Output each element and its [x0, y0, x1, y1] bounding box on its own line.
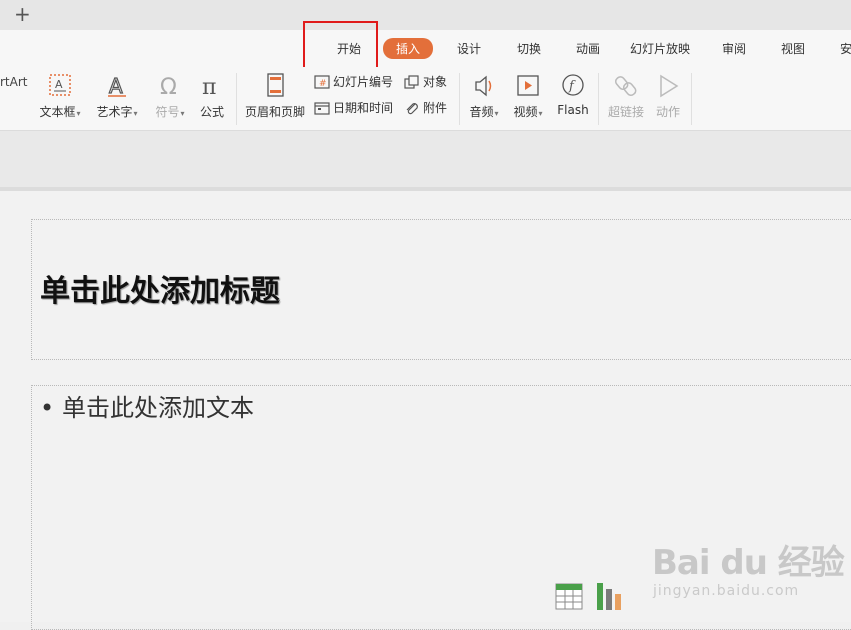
textbox-icon: A: [49, 74, 71, 96]
flash-icon: f: [562, 74, 584, 96]
header-footer-label: 页眉和页脚: [244, 105, 305, 119]
insert-table-icon[interactable]: [555, 583, 583, 610]
insert-chart-icon[interactable]: [595, 581, 625, 611]
svg-text:Ω: Ω: [160, 75, 177, 100]
date-time-button[interactable]: 日期和时间: [314, 99, 393, 116]
audio-button[interactable]: 音频▾: [466, 71, 502, 120]
tab-animation[interactable]: 动画: [576, 40, 600, 57]
textbox-button[interactable]: A 文本框▾: [38, 71, 82, 120]
video-label: 视频: [513, 105, 538, 119]
formula-button[interactable]: π 公式: [197, 71, 227, 120]
tab-view[interactable]: 视图: [781, 40, 805, 57]
header-footer-button[interactable]: 页眉和页脚: [243, 71, 307, 120]
separator: [459, 73, 460, 125]
header-footer-icon: [267, 73, 284, 97]
tab-security-partial[interactable]: 安: [840, 40, 851, 57]
art-text-icon: A: [108, 73, 126, 99]
tab-slideshow[interactable]: 幻灯片放映: [630, 40, 690, 57]
symbol-button[interactable]: Ω 符号▾: [152, 71, 188, 120]
bullet: •: [40, 394, 55, 422]
tab-design[interactable]: 设计: [457, 40, 481, 57]
flash-label: Flash: [557, 103, 589, 117]
textbox-label: 文本框: [39, 105, 76, 119]
art-text-button[interactable]: A 艺术字▾: [95, 71, 139, 120]
date-time-label: 日期和时间: [333, 101, 394, 115]
svg-text:A: A: [109, 74, 123, 98]
attachment-label: 附件: [423, 101, 448, 115]
wordart-partial-label[interactable]: rtArt: [0, 75, 28, 89]
object-label: 对象: [423, 75, 448, 89]
svg-text:A: A: [55, 78, 63, 91]
separator: [236, 73, 237, 125]
flash-button[interactable]: f Flash: [556, 71, 590, 117]
object-icon: [404, 74, 419, 89]
audio-label: 音频: [469, 105, 494, 119]
new-tab-button[interactable]: +: [14, 4, 31, 24]
slide-number-label: 幻灯片编号: [333, 75, 394, 89]
link-icon: [614, 76, 637, 97]
art-text-label: 艺术字: [96, 105, 133, 119]
insert-toolbar: rtArt A 文本框▾ A 艺术字▾ Ω 符号▾ π 公式 页眉和页脚 # 幻…: [0, 67, 851, 131]
watermark-main: Bai du 经验: [652, 543, 845, 583]
omega-icon: Ω: [160, 75, 177, 100]
slide-number-button[interactable]: # 幻灯片编号: [314, 73, 393, 90]
tab-bar: +: [0, 0, 851, 31]
svg-text:f: f: [568, 79, 576, 94]
hyperlink-label: 超链接: [607, 105, 644, 119]
tab-insert[interactable]: 插入: [383, 38, 434, 59]
speaker-icon: [475, 75, 492, 97]
separator: [598, 73, 599, 125]
video-icon: [517, 75, 539, 96]
tab-review[interactable]: 审阅: [722, 40, 746, 57]
symbol-label: 符号: [155, 105, 180, 119]
ribbon-tabs: 开始 插入 设计 切换 动画 幻灯片放映 审阅 视图 安: [0, 30, 851, 67]
play-icon: [660, 74, 679, 98]
slide-number-icon: #: [314, 74, 330, 89]
paperclip-icon: [406, 102, 418, 114]
body-placeholder-line[interactable]: • 单击此处添加文本: [40, 388, 254, 423]
separator: [691, 73, 692, 125]
tab-transition[interactable]: 切换: [517, 40, 541, 57]
formula-label: 公式: [199, 105, 224, 119]
pi-icon: π: [202, 75, 216, 100]
workspace-band: [0, 131, 851, 187]
svg-text:π: π: [202, 75, 216, 100]
title-placeholder-text[interactable]: 单击此处添加标题: [40, 266, 280, 310]
action-label: 动作: [655, 105, 680, 119]
action-button[interactable]: 动作: [652, 71, 684, 120]
attachment-button[interactable]: 附件: [404, 99, 447, 116]
watermark-sub: jingyan.baidu.com: [653, 583, 800, 599]
baidu-watermark: Bai du 经验: [652, 535, 845, 584]
calendar-icon: [314, 101, 330, 115]
video-button[interactable]: 视频▾: [510, 71, 546, 120]
svg-text:#: #: [319, 79, 327, 89]
body-placeholder-text: 单击此处添加文本: [62, 394, 254, 422]
object-button[interactable]: 对象: [404, 73, 447, 90]
hyperlink-button[interactable]: 超链接: [606, 71, 646, 120]
